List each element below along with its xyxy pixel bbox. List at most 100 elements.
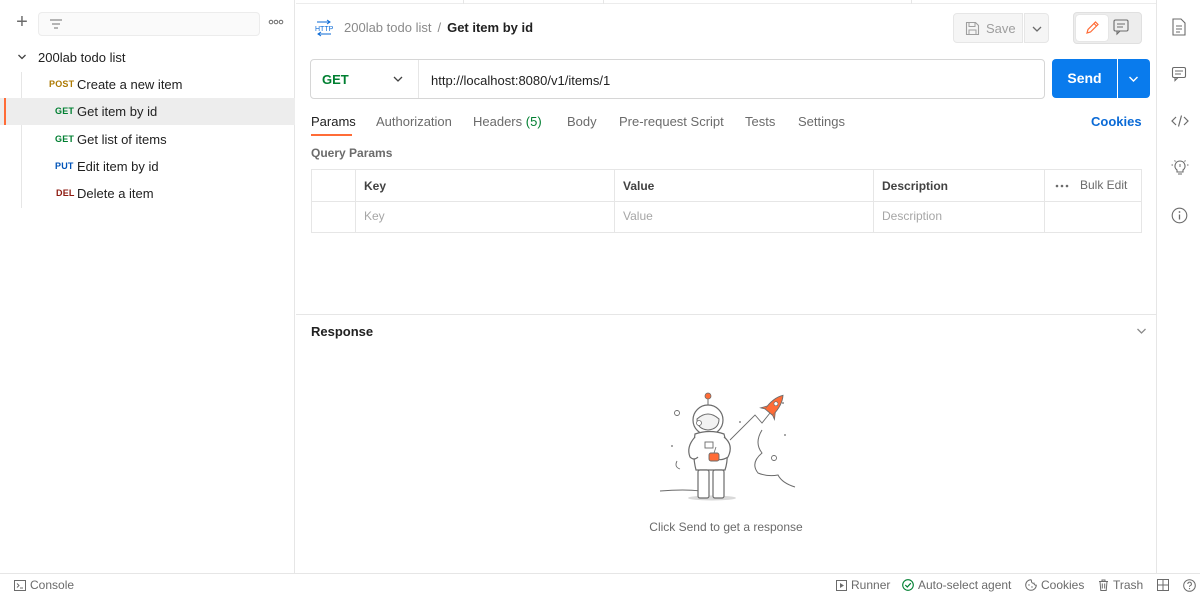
tab-separator bbox=[603, 0, 604, 4]
lightbulb-icon[interactable] bbox=[1171, 158, 1189, 176]
request-name: Create a new item bbox=[77, 77, 183, 92]
column-divider bbox=[614, 170, 615, 232]
chevron-down-icon[interactable] bbox=[1136, 327, 1147, 335]
comment-icon[interactable] bbox=[1112, 18, 1130, 36]
status-bar: Console Runner Auto-select agent Cookies… bbox=[0, 573, 1200, 595]
chevron-down-icon[interactable] bbox=[17, 52, 27, 62]
save-dropdown-button[interactable] bbox=[1024, 13, 1049, 43]
query-params-title: Query Params bbox=[311, 146, 393, 160]
sidebar-request-get-item[interactable]: GET Get item by id bbox=[0, 98, 295, 125]
collection-name: 200lab todo list bbox=[38, 50, 126, 65]
tab-separator bbox=[911, 0, 912, 4]
sidebar-request-edit-item[interactable]: PUT Edit item by id bbox=[0, 153, 295, 180]
request-name: Edit item by id bbox=[77, 159, 159, 174]
bulk-edit-button[interactable]: Bulk Edit bbox=[1080, 178, 1127, 192]
request-title[interactable]: Get item by id bbox=[447, 20, 533, 35]
sidebar-toolbar: + bbox=[0, 0, 295, 44]
breadcrumb-separator: / bbox=[437, 20, 442, 35]
runner-button[interactable]: Runner bbox=[836, 578, 890, 592]
breadcrumb: 200lab todo list / Get item by id bbox=[344, 20, 533, 35]
value-input[interactable]: Value bbox=[623, 209, 653, 223]
active-tab-indicator bbox=[311, 134, 352, 136]
http-request-icon: HTTP bbox=[315, 19, 334, 37]
play-icon bbox=[836, 580, 847, 591]
help-icon[interactable] bbox=[1183, 579, 1196, 592]
cookies-button[interactable]: Cookies bbox=[1025, 578, 1084, 592]
method-badge: PUT bbox=[55, 161, 74, 171]
send-button[interactable]: Send bbox=[1052, 59, 1117, 98]
code-icon[interactable] bbox=[1171, 114, 1189, 128]
trash-label: Trash bbox=[1113, 578, 1144, 592]
more-options-icon[interactable] bbox=[1055, 183, 1069, 189]
agent-label: Auto-select agent bbox=[918, 578, 1012, 592]
cookie-icon bbox=[1025, 579, 1037, 591]
right-sidebar bbox=[1156, 0, 1200, 573]
column-header-description: Description bbox=[882, 179, 949, 193]
info-icon[interactable] bbox=[1171, 207, 1188, 224]
method-badge: GET bbox=[55, 106, 75, 116]
tab-headers-label: Headers bbox=[473, 114, 523, 129]
tab-body[interactable]: Body bbox=[567, 114, 597, 129]
more-options-icon[interactable] bbox=[268, 16, 284, 28]
console-button[interactable]: Console bbox=[14, 578, 74, 592]
tab-separator bbox=[463, 0, 464, 4]
table-divider bbox=[312, 201, 1141, 202]
cookies-label: Cookies bbox=[1041, 578, 1085, 592]
tab-settings[interactable]: Settings bbox=[798, 114, 845, 129]
description-input[interactable]: Description bbox=[882, 209, 942, 223]
breadcrumb-collection[interactable]: 200lab todo list bbox=[344, 20, 431, 35]
tab-strip bbox=[296, 0, 1156, 4]
method-badge: GET bbox=[55, 134, 75, 144]
filter-input[interactable] bbox=[38, 12, 260, 36]
send-dropdown-button[interactable] bbox=[1118, 59, 1150, 98]
method-badge: POST bbox=[49, 79, 75, 89]
sidebar-request-delete-item[interactable]: DEL Delete a item bbox=[0, 180, 295, 207]
save-button[interactable]: Save bbox=[953, 13, 1023, 43]
trash-button[interactable]: Trash bbox=[1098, 578, 1143, 592]
request-name: Get item by id bbox=[77, 104, 158, 119]
filter-icon bbox=[50, 19, 62, 29]
comments-icon[interactable] bbox=[1171, 66, 1187, 82]
column-divider bbox=[1044, 170, 1045, 232]
chevron-down-icon bbox=[1129, 76, 1138, 82]
tab-headers[interactable]: Headers (5) bbox=[473, 114, 542, 129]
trash-icon bbox=[1099, 579, 1108, 591]
chevron-down-icon bbox=[1032, 26, 1042, 32]
pencil-icon bbox=[1086, 21, 1099, 34]
sidebar: + 200lab todo list POST Create a new ite… bbox=[0, 0, 295, 573]
cookies-link[interactable]: Cookies bbox=[1091, 114, 1142, 129]
collection-header[interactable]: 200lab todo list bbox=[0, 46, 295, 70]
headers-count: (5) bbox=[525, 114, 542, 129]
method-select[interactable]: GET bbox=[311, 60, 419, 98]
edit-mode-button[interactable] bbox=[1076, 15, 1108, 41]
sidebar-request-list-items[interactable]: GET Get list of items bbox=[0, 126, 295, 153]
response-title: Response bbox=[311, 324, 374, 339]
response-divider[interactable] bbox=[296, 314, 1156, 315]
layout-icon[interactable] bbox=[1157, 579, 1169, 591]
console-label: Console bbox=[30, 578, 75, 592]
column-header-value: Value bbox=[623, 179, 655, 193]
response-empty-hint: Click Send to get a response bbox=[649, 520, 803, 534]
key-input[interactable]: Key bbox=[364, 209, 385, 223]
save-icon bbox=[965, 21, 980, 36]
chevron-down-icon bbox=[393, 76, 403, 82]
documentation-icon[interactable] bbox=[1171, 18, 1187, 36]
request-name: Delete a item bbox=[77, 186, 154, 201]
tab-tests[interactable]: Tests bbox=[745, 114, 775, 129]
sidebar-request-create-item[interactable]: POST Create a new item bbox=[0, 71, 295, 98]
runner-label: Runner bbox=[851, 578, 891, 592]
console-icon bbox=[14, 580, 26, 591]
url-input[interactable] bbox=[431, 71, 1031, 89]
tab-params[interactable]: Params bbox=[311, 114, 356, 129]
tab-pre-request-script[interactable]: Pre-request Script bbox=[619, 114, 724, 129]
astronaut-illustration bbox=[659, 392, 796, 501]
check-circle-icon bbox=[902, 579, 914, 591]
column-divider bbox=[355, 170, 356, 232]
view-mode-toggle bbox=[1073, 12, 1142, 44]
column-header-key: Key bbox=[364, 179, 387, 193]
postman-window: + 200lab todo list POST Create a new ite… bbox=[0, 0, 1200, 595]
tab-authorization[interactable]: Authorization bbox=[376, 114, 452, 129]
add-icon[interactable]: + bbox=[12, 12, 32, 33]
method-value: GET bbox=[322, 72, 349, 87]
agent-selector[interactable]: Auto-select agent bbox=[902, 578, 1011, 592]
